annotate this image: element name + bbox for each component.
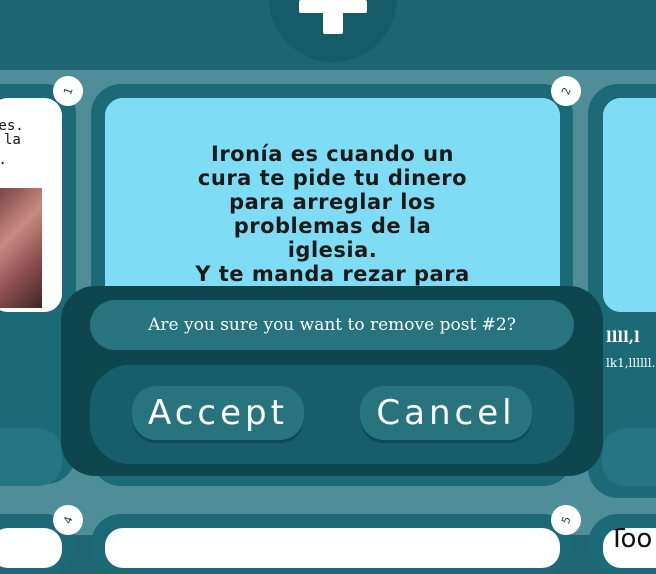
post-text: Too [609,528,653,554]
meme-text-block: Ironía es cuando un cura te pide tu dine… [105,98,560,308]
post-image: tes. la a. [0,98,62,312]
dialog-message: Are you sure you want to remove post #2? [90,300,574,350]
meme-line: cura te pide tu dinero [197,166,468,190]
post-subtitle: lk1,llllll... [606,356,656,370]
meme-line: problemas de la [233,214,432,238]
meme-line: Y te manda rezar para [195,262,470,286]
dialog-button-row: Accept Cancel [90,365,574,464]
remove-post-dialog: Are you sure you want to remove post #2?… [61,286,603,476]
post-image: Ironía es cuando un cura te pide tu dine… [105,98,560,308]
meme-line: para arreglar los [229,190,436,214]
post-card[interactable] [91,514,573,574]
top-bar [0,0,656,70]
post-footer [0,428,62,486]
meme-line: iglesia. [287,238,378,262]
post-footer [602,428,656,486]
accept-button[interactable]: Accept [132,386,304,440]
post-text-line: a. [0,152,7,168]
meme-line: Ironía es cuando un [211,142,454,166]
post-title: llll,l [606,328,640,346]
meme-text-block [603,98,656,312]
post-text-line: la [4,132,21,148]
post-image: Too [603,528,656,568]
post-image [603,98,656,312]
post-image [105,528,560,568]
add-post-button[interactable] [269,0,397,62]
post-card[interactable]: Too [588,514,656,574]
post-image [0,528,62,568]
cancel-button[interactable]: Cancel [360,386,532,440]
post-photo [0,188,42,308]
